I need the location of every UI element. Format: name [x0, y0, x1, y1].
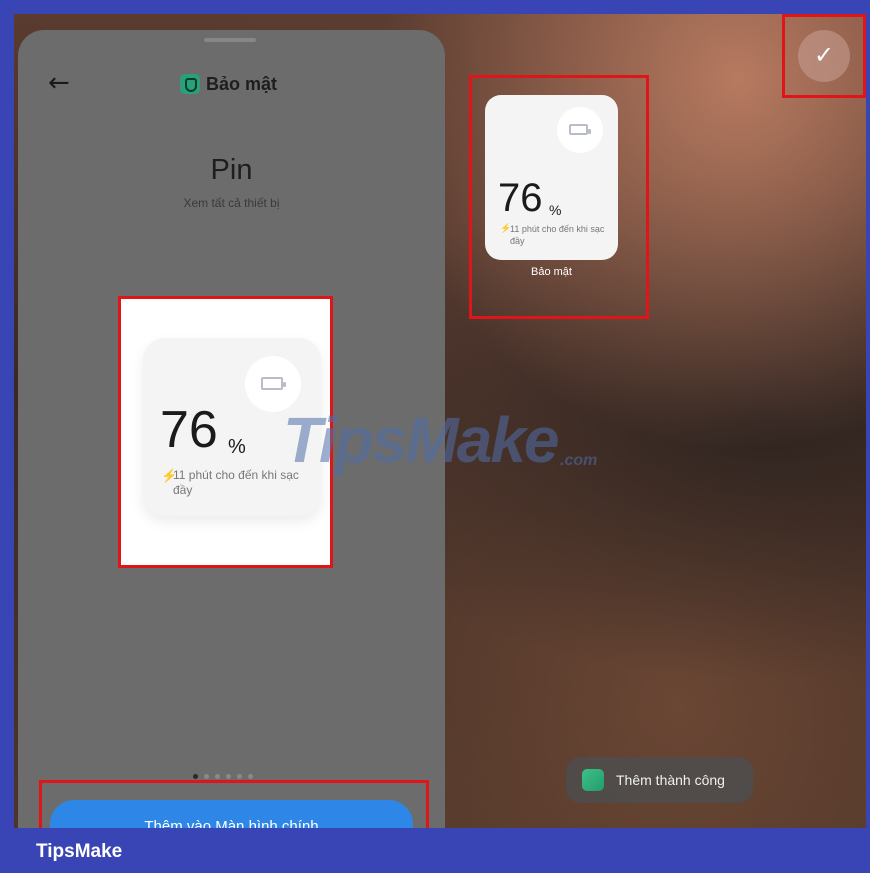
- page-dot[interactable]: [215, 774, 220, 779]
- page-dot[interactable]: [248, 774, 253, 779]
- widget-name: Pin: [210, 154, 253, 186]
- pagination-dots: [193, 774, 253, 779]
- screenshot-frame: ← Bảo mật Pin Xem tất cả thiết bị 76 % ⚡…: [0, 0, 870, 873]
- placed-widget-label: Bảo mật: [531, 266, 572, 278]
- app-title-group: Bảo mật: [180, 72, 277, 96]
- battery-icon: [261, 377, 286, 390]
- shield-app-icon: [180, 74, 200, 94]
- success-toast: Thêm thành công: [566, 757, 753, 803]
- widget-subtitle: Xem tất cả thiết bị: [183, 196, 280, 210]
- frame-border-left: [0, 0, 14, 873]
- sheet-grabber[interactable]: [204, 38, 256, 42]
- toast-text: Thêm thành công: [616, 772, 725, 788]
- arrow-left-icon: ←: [48, 68, 70, 98]
- frame-border-top: [0, 0, 870, 14]
- footer-brand-bar: TipsMake: [0, 828, 870, 873]
- page-dot-active[interactable]: [193, 774, 198, 779]
- back-button[interactable]: ←: [48, 68, 84, 98]
- battery-percent-unit: %: [228, 436, 246, 458]
- footer-brand: TipsMake: [36, 841, 123, 862]
- app-icon: [582, 769, 604, 791]
- battery-icon: [569, 124, 591, 135]
- page-dot[interactable]: [226, 774, 231, 779]
- placed-charge-time-text: 11 phút cho đến khi sạc đầy: [510, 224, 605, 246]
- add-to-home-label: Thêm vào Màn hình chính: [144, 818, 319, 828]
- placed-battery-unit: %: [549, 202, 562, 218]
- check-icon[interactable]: ✓: [812, 40, 836, 70]
- battery-icon-circle: [557, 107, 603, 153]
- watermark-logo: TipsMake: [283, 404, 559, 476]
- watermark-suffix: .com: [560, 452, 598, 469]
- placed-battery-percent: 76: [498, 176, 543, 220]
- page-dot[interactable]: [237, 774, 242, 779]
- frame-border-right: [866, 0, 870, 873]
- battery-percent-value: 76: [160, 401, 218, 459]
- add-to-home-button[interactable]: Thêm vào Màn hình chính: [50, 800, 413, 828]
- app-title: Bảo mật: [206, 73, 278, 94]
- page-dot[interactable]: [204, 774, 209, 779]
